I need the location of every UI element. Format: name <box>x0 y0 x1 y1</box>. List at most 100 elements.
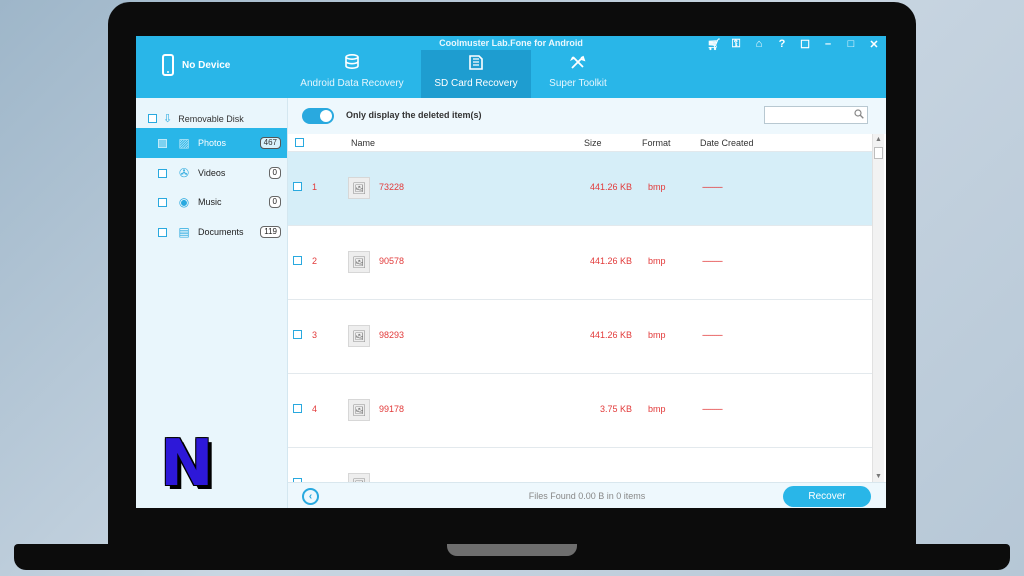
count-badge: 467 <box>259 137 281 149</box>
row-checkbox[interactable] <box>293 330 302 339</box>
sidebar-item-videos[interactable]: ✇ Videos 0 <box>136 158 287 188</box>
film-reel-icon: ✇ <box>178 166 190 180</box>
table-row[interactable]: 3 🖼︎ 98293 441.26 KB bmp ---------- <box>288 300 872 374</box>
count-badge: 0 <box>268 196 281 208</box>
close-icon[interactable]: ✕ <box>868 38 880 51</box>
music-disc-icon: ◉ <box>178 195 190 209</box>
sidebar-item-photos[interactable]: ▨ Photos 467 <box>136 128 287 158</box>
app-header: Coolmuster Lab.Fone for Android No Devic… <box>136 36 886 98</box>
file-list: 1 🖼︎ 73228 441.26 KB bmp ---------- 2 🖼︎… <box>288 152 872 482</box>
usb-icon: ⇩ <box>163 113 173 125</box>
tab-sd-card-recovery[interactable]: SD Card Recovery <box>421 50 531 98</box>
column-format[interactable]: Format <box>642 138 671 148</box>
brand-logo: N <box>160 427 214 501</box>
sidebar-item-label: Music <box>198 197 222 207</box>
cart-icon[interactable]: 🛒︎ <box>707 38 721 51</box>
image-thumbnail-icon: 🖼︎ <box>348 177 370 199</box>
scroll-down-arrow-icon[interactable]: ▼ <box>875 473 882 480</box>
file-size: 441.26 KB <box>589 182 632 192</box>
toggle-label: Only display the deleted item(s) <box>346 110 482 120</box>
scroll-thumb[interactable] <box>874 147 883 159</box>
file-size: 441.26 KB <box>589 256 632 266</box>
feedback-icon[interactable]: ☐ <box>799 38 811 51</box>
table-row[interactable]: 4 🖼︎ 99178 3.75 KB bmp ---------- <box>288 374 872 448</box>
deleted-only-toggle[interactable] <box>302 108 334 124</box>
file-format: bmp <box>648 330 666 340</box>
scroll-up-arrow-icon[interactable]: ▲ <box>875 136 882 143</box>
sidebar-root-removable-disk[interactable]: ⇩ Removable Disk <box>148 112 244 125</box>
column-date-created[interactable]: Date Created <box>700 138 754 148</box>
tab-android-data-recovery[interactable]: Android Data Recovery <box>296 50 408 98</box>
file-date: ---------- <box>702 256 723 266</box>
sd-card-icon <box>469 54 483 74</box>
checkbox[interactable] <box>158 197 167 207</box>
maximize-icon[interactable]: □ <box>845 38 857 51</box>
sidebar-item-label: Photos <box>198 138 227 148</box>
table-header: Name Size Format Date Created <box>288 134 872 152</box>
search-icon[interactable] <box>854 109 864 119</box>
tab-super-toolkit[interactable]: Super Toolkit <box>536 50 620 98</box>
help-icon[interactable]: ? <box>776 38 788 51</box>
row-index: 4 <box>312 404 318 414</box>
file-name: 98293 <box>379 330 405 340</box>
sidebar-root-label: Removable Disk <box>178 113 244 124</box>
row-index: 1 <box>312 182 318 192</box>
table-row[interactable]: 🖼︎ <box>288 448 872 482</box>
phone-icon <box>162 54 174 76</box>
select-all-checkbox[interactable] <box>295 138 304 147</box>
device-status[interactable]: No Device <box>162 54 230 76</box>
count-badge: 119 <box>260 226 281 238</box>
row-checkbox[interactable] <box>293 404 302 413</box>
checkbox[interactable] <box>148 114 157 123</box>
row-checkbox[interactable] <box>293 182 302 191</box>
sidebar-item-label: Documents <box>198 227 244 237</box>
row-index: 3 <box>312 330 318 340</box>
row-index: 2 <box>312 256 318 266</box>
device-label: No Device <box>182 59 231 71</box>
table-row[interactable]: 2 🖼︎ 90578 441.26 KB bmp ---------- <box>288 226 872 300</box>
image-thumbnail-icon: 🖼︎ <box>348 325 370 347</box>
sidebar-item-label: Videos <box>198 168 226 178</box>
toolbar: Only display the deleted item(s) <box>288 98 886 134</box>
footer-bar: ‹ Files Found 0.00 B in 0 items Recover <box>288 482 886 508</box>
search-box <box>764 106 868 125</box>
file-format: bmp <box>648 182 666 192</box>
file-format: bmp <box>648 256 666 266</box>
laptop-notch <box>447 544 577 556</box>
file-size: 441.26 KB <box>589 330 632 340</box>
column-size[interactable]: Size <box>584 138 602 148</box>
database-restore-icon <box>344 53 360 74</box>
photo-icon: ▨ <box>178 136 190 150</box>
file-name: 90578 <box>379 256 405 266</box>
vertical-scrollbar[interactable]: ▲ ▼ <box>872 134 884 482</box>
image-thumbnail-icon: 🖼︎ <box>348 251 370 273</box>
row-checkbox[interactable] <box>293 256 302 265</box>
table-row[interactable]: 1 🖼︎ 73228 441.26 KB bmp ---------- <box>288 152 872 226</box>
window-controls: 🛒︎ ⚿ ⌂ ? ☐ – □ ✕ <box>707 38 880 51</box>
document-icon: ▤ <box>178 225 190 239</box>
tools-icon <box>569 54 586 74</box>
count-badge: 0 <box>268 167 281 179</box>
app-window: Coolmuster Lab.Fone for Android No Devic… <box>136 36 886 508</box>
minimize-icon[interactable]: – <box>822 38 834 51</box>
tab-label: Super Toolkit <box>549 78 607 89</box>
file-size: 3.75 KB <box>599 404 632 414</box>
image-thumbnail-icon: 🖼︎ <box>348 473 370 482</box>
checkbox[interactable] <box>158 227 167 237</box>
checkbox[interactable] <box>158 168 167 178</box>
file-date: ---------- <box>702 330 723 340</box>
sidebar-item-documents[interactable]: ▤ Documents 119 <box>136 217 287 247</box>
file-format: bmp <box>648 404 666 414</box>
recover-button[interactable]: Recover <box>783 486 871 507</box>
file-date: ---------- <box>702 182 723 192</box>
checkbox[interactable] <box>158 138 167 148</box>
key-icon[interactable]: ⚿ <box>730 38 742 51</box>
tab-label: Android Data Recovery <box>300 78 404 89</box>
file-name: 99178 <box>379 404 405 414</box>
search-input[interactable] <box>765 109 849 125</box>
home-icon[interactable]: ⌂ <box>753 38 765 51</box>
file-name: 73228 <box>379 182 405 192</box>
column-name[interactable]: Name <box>351 138 375 148</box>
sidebar-item-music[interactable]: ◉ Music 0 <box>136 187 287 217</box>
file-date: ---------- <box>702 404 723 414</box>
